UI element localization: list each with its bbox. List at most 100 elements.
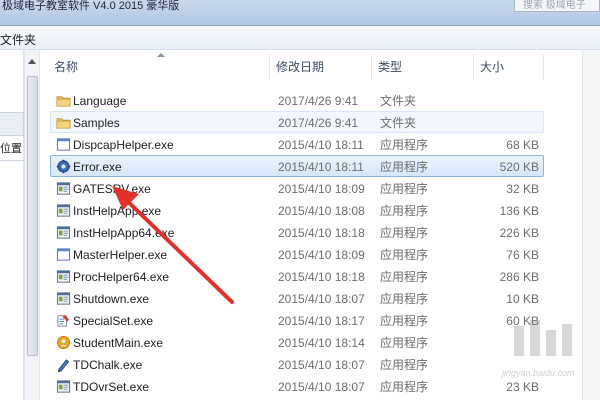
file-row-studentmain-exe[interactable]: StudentMain.exe 2015/4/10 18:14 应用程序 [50, 331, 544, 353]
file-size: 68 KB [506, 138, 539, 152]
file-date: 2015/4/10 18:11 [278, 138, 364, 152]
app-window-icon [56, 181, 71, 196]
gear-icon [56, 159, 71, 174]
file-row-error-exe[interactable]: Error.exe 2015/4/10 18:11 应用程序 520 KB [50, 155, 544, 177]
file-date: 2015/4/10 18:07 [278, 358, 365, 372]
scroll-up-arrow-icon[interactable] [28, 59, 36, 64]
file-type: 文件夹 [380, 116, 417, 130]
file-date: 2017/4/26 9:41 [278, 116, 359, 130]
file-row-specialset-exe[interactable]: SpecialSet.exe 2015/4/10 18:17 应用程序 60 KB [50, 309, 544, 331]
column-header-name[interactable]: 名称 [42, 53, 270, 80]
file-date: 2017/4/26 9:41 [278, 94, 359, 108]
file-row-tdchalk-exe[interactable]: TDChalk.exe 2015/4/10 18:07 应用程序 [50, 353, 544, 375]
file-date: 2015/4/10 18:09 [278, 182, 365, 196]
file-type: 应用程序 [380, 292, 429, 306]
file-type: 应用程序 [380, 314, 429, 328]
file-type: 应用程序 [380, 380, 429, 394]
nav-selected-item[interactable] [0, 112, 24, 136]
app-window-icon [56, 269, 71, 284]
file-type: 应用程序 [380, 248, 429, 262]
column-header-date[interactable]: 修改日期 [270, 54, 372, 80]
app-window-icon [56, 225, 71, 240]
blank-window-icon [56, 137, 71, 152]
file-type: 应用程序 [380, 182, 429, 196]
file-name: TDOvrSet.exe [73, 380, 150, 394]
file-size: 32 KB [506, 182, 539, 196]
file-size: 520 KB [499, 160, 539, 174]
sort-ascending-icon [157, 53, 165, 57]
file-row-language[interactable]: Language 2017/4/26 9:41 文件夹 [50, 89, 544, 111]
app-window-icon [56, 291, 71, 306]
file-date: 2015/4/10 18:14 [278, 336, 365, 350]
file-size: 226 KB [499, 226, 539, 240]
file-date: 2015/4/10 18:08 [278, 204, 365, 218]
file-row-gatesrv-exe[interactable]: GATESRV.exe 2015/4/10 18:09 应用程序 32 KB [50, 177, 544, 199]
file-name: Samples [73, 116, 120, 130]
chalk-pen-icon [56, 357, 71, 372]
file-row-insthelpapp64-exe[interactable]: InstHelpApp64.exe 2015/4/10 18:18 应用程序 226 … [50, 221, 544, 243]
file-date: 2015/4/10 18:17 [278, 314, 365, 328]
file-size [445, 112, 539, 134]
file-name: TDChalk.exe [73, 358, 143, 372]
file-date: 2015/4/10 18:18 [278, 226, 365, 240]
scroll-thumb[interactable] [27, 76, 38, 356]
file-name: DispcapHelper.exe [73, 138, 174, 152]
watermark-text: jingyan.baidu.com [502, 368, 575, 378]
file-type: 应用程序 [380, 204, 429, 218]
file-row-tdovrset-exe[interactable]: TDOvrSet.exe 2015/4/10 18:07 应用程序 23 KB [50, 375, 544, 397]
file-date: 2015/4/10 18:09 [278, 248, 365, 262]
file-type: 应用程序 [380, 336, 429, 350]
file-name: MasterHelper.exe [73, 248, 168, 262]
app-window-icon [56, 203, 71, 218]
file-list-scrollbar[interactable] [582, 50, 600, 400]
file-type: 应用程序 [380, 138, 429, 152]
nav-location-label[interactable]: 位置 [0, 140, 22, 156]
file-date: 2015/4/10 18:07 [278, 380, 365, 394]
window-title: 极域电子教室软件 V4.0 2015 豪华版 [2, 0, 180, 12]
file-size: 76 KB [506, 248, 539, 262]
file-name: InstHelpApp.exe [73, 204, 162, 218]
file-row-masterhelper-exe[interactable]: MasterHelper.exe 2015/4/10 18:09 应用程序 76 KB [50, 243, 544, 265]
file-name: Language [73, 94, 127, 108]
column-headers: 名称 修改日期 类型 大小 [42, 53, 558, 80]
file-type: 应用程序 [380, 160, 429, 174]
file-name: InstHelpApp64.exe [73, 226, 175, 240]
column-name-label: 名称 [54, 60, 79, 74]
folder-icon [56, 93, 71, 108]
file-type: 应用程序 [380, 270, 429, 284]
file-size: 136 KB [499, 204, 539, 218]
file-row-dispcaphelper-exe[interactable]: DispcapHelper.exe 2015/4/10 18:11 应用程序 68 K… [50, 133, 544, 155]
file-date: 2015/4/10 18:11 [278, 160, 364, 174]
app-window-icon [56, 379, 71, 394]
file-row-samples[interactable]: Samples 2017/4/26 9:41 文件夹 [50, 111, 544, 133]
settings-tools-icon [56, 313, 71, 328]
file-row-insthelpapp-exe[interactable]: InstHelpApp.exe 2015/4/10 18:08 应用程序 136 KB [50, 199, 544, 221]
menu-item-folder[interactable]: 文件夹 [0, 31, 36, 48]
blank-window-icon [56, 247, 71, 262]
student-icon [56, 335, 71, 350]
column-header-type[interactable]: 类型 [372, 54, 474, 80]
file-row-shutdown-exe[interactable]: Shutdown.exe 2015/4/10 18:07 应用程序 10 KB [50, 287, 544, 309]
file-type: 应用程序 [380, 358, 429, 372]
search-input[interactable]: 搜索 极域电子 [514, 0, 600, 12]
folder-icon [56, 115, 71, 130]
file-type: 文件夹 [380, 94, 417, 108]
nav-divider [0, 160, 24, 161]
file-size [445, 90, 539, 112]
nav-scrollbar[interactable] [24, 50, 40, 400]
file-name: StudentMain.exe [73, 336, 164, 350]
file-name: Shutdown.exe [73, 292, 150, 306]
file-size: 10 KB [506, 292, 539, 306]
menu-bar: 文件夹 [0, 26, 600, 50]
file-date: 2015/4/10 18:18 [278, 270, 365, 284]
file-type: 应用程序 [380, 226, 429, 240]
file-size: 286 KB [499, 270, 539, 284]
file-name: ProcHelper64.exe [73, 270, 170, 284]
file-name: GATESRV.exe [73, 182, 151, 196]
title-bar: 极域电子教室软件 V4.0 2015 豪华版 搜索 极域电子 [0, 0, 600, 26]
file-date: 2015/4/10 18:07 [278, 292, 365, 306]
column-header-size[interactable]: 大小 [474, 54, 544, 80]
navigation-pane: 位置 [0, 50, 24, 400]
file-name: Error.exe [73, 160, 122, 174]
file-row-prochelper64-exe[interactable]: ProcHelper64.exe 2015/4/10 18:18 应用程序 286 K… [50, 265, 544, 287]
